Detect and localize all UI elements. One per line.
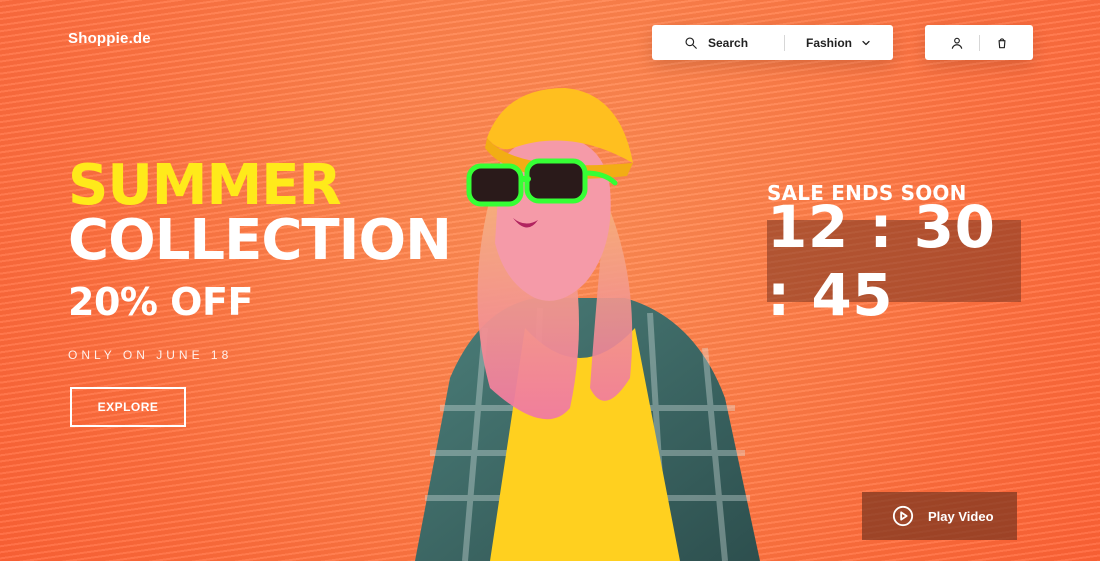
- hero-title-line2: COLLECTION: [68, 208, 452, 273]
- hero-discount: 20% OFF: [68, 280, 253, 324]
- search-button[interactable]: Search: [652, 25, 784, 60]
- search-label: Search: [708, 35, 749, 50]
- category-label: Fashion: [805, 35, 852, 50]
- countdown-timer: 12 : 30 : 45: [767, 193, 1021, 329]
- account-button[interactable]: [935, 25, 979, 60]
- explore-button[interactable]: EXPLORE: [70, 387, 186, 427]
- model-image: [415, 88, 760, 561]
- chevron-down-icon: [860, 37, 872, 49]
- play-icon: [892, 505, 914, 527]
- search-and-category-bar: Search Fashion: [652, 25, 893, 60]
- category-dropdown[interactable]: Fashion: [785, 25, 893, 60]
- countdown-time: 12 : 30 : 45: [767, 193, 996, 329]
- hero-date: ONLY ON JUNE 18: [68, 348, 233, 362]
- brand-logo[interactable]: Shoppie.de: [68, 30, 151, 47]
- hero-text: SUMMER COLLECTION 20% OFF ONLY ON JUNE 1…: [68, 153, 452, 363]
- hero-title-line1: SUMMER: [68, 153, 342, 218]
- play-video-label: Play Video: [928, 508, 994, 524]
- search-icon: [684, 36, 698, 50]
- account-cart-bar: [925, 25, 1033, 60]
- play-video-button[interactable]: Play Video: [862, 492, 1017, 540]
- cart-button[interactable]: [980, 25, 1024, 60]
- cart-icon: [995, 36, 1009, 50]
- user-icon: [950, 36, 964, 50]
